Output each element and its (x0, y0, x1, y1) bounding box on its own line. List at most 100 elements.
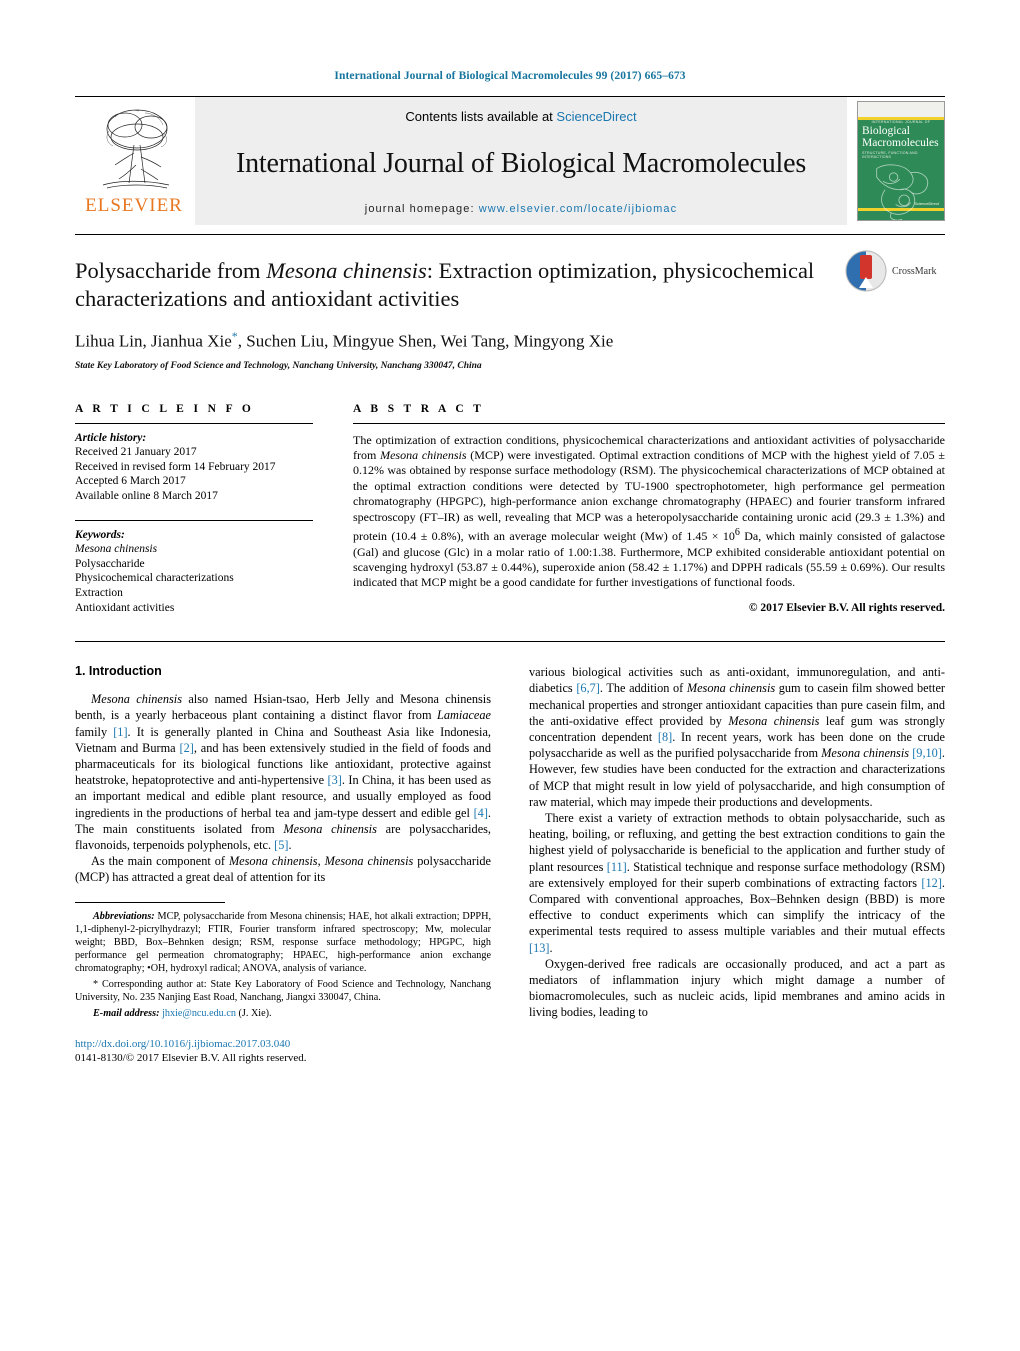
citation-ref[interactable]: [11] (607, 860, 627, 874)
intro2-seg-1: As the main component of (91, 854, 229, 869)
running-head: International Journal of Biological Macr… (334, 70, 686, 82)
abstract-column: A B S T R A C T The optimization of extr… (353, 403, 945, 616)
email-link[interactable]: jhxie@ncu.edu.cn (162, 1008, 236, 1019)
issn-copyright-line: 0141-8130/© 2017 Elsevier B.V. All right… (75, 1051, 307, 1064)
doi-link[interactable]: http://dx.doi.org/10.1016/j.ijbiomac.201… (75, 1037, 491, 1051)
article-history-group: Article history: Received 21 January 201… (75, 424, 313, 504)
intro2-species-1: Mesona chinensis (228, 854, 318, 869)
cover-title-line1: Biological (862, 125, 910, 137)
cover-sciencedirect-label: ScienceDirect (914, 201, 939, 206)
history-item: Received in revised form 14 February 201… (75, 460, 276, 473)
abbreviations-footnote: Abbreviations: MCP, polysaccharide from … (75, 910, 491, 975)
right1-seg-2: . The addition of (599, 681, 687, 696)
email-suffix: (J. Xie). (235, 1007, 272, 1019)
author-list: Lihua Lin, Jianhua Xie*, Suchen Liu, Min… (75, 329, 835, 352)
elsevier-tree-icon (102, 109, 170, 189)
intro-paragraph-1: Mesona chinensis also named Hsian-tsao, … (75, 691, 491, 853)
citation-ref[interactable]: [4] (474, 806, 488, 820)
abbreviations-label: Abbreviations: (93, 910, 155, 922)
affiliation: State Key Laboratory of Food Science and… (75, 360, 482, 371)
footnote-block: Abbreviations: MCP, polysaccharide from … (75, 910, 491, 1020)
crossmark-badge[interactable]: CrossMark (845, 249, 945, 293)
intro-seg-2: family (75, 724, 114, 739)
intro-right-paragraph-2: There exist a variety of extraction meth… (529, 810, 945, 956)
intro-family: Lamiaceae (437, 708, 491, 723)
keyword-item: Physicochemical characterizations (75, 572, 234, 585)
journal-homepage-line: journal homepage: www.elsevier.com/locat… (365, 203, 677, 215)
info-abstract-region: A R T I C L E I N F O Article history: R… (75, 403, 945, 616)
abstract-copyright: © 2017 Elsevier B.V. All rights reserved… (748, 601, 945, 614)
title-part-1: Polysaccharide from (75, 258, 267, 283)
cover-title: Biological Macromolecules (862, 125, 940, 149)
keyword-item: Mesona chinensis (75, 543, 158, 556)
history-item: Available online 8 March 2017 (75, 490, 218, 503)
footnote-separator (75, 901, 225, 903)
authors-rest: , Suchen Liu, Mingyue Shen, Wei Tang, Mi… (237, 331, 614, 351)
journal-title: International Journal of Biological Macr… (235, 147, 807, 179)
keywords-group: Keywords: Mesona chinensis Polysaccharid… (75, 521, 313, 616)
contents-prefix: Contents lists available at (405, 109, 553, 124)
citation-ref[interactable]: [6,7] (576, 681, 600, 695)
citation-ref[interactable]: [12] (921, 876, 942, 890)
intro-right-paragraph-1: various biological activities such as an… (529, 664, 945, 810)
cover-eyebrow: INTERNATIONAL JOURNAL OF (871, 120, 931, 124)
abstract-species-1: Mesona chinensis (380, 448, 467, 463)
homepage-label: journal homepage: (364, 203, 475, 215)
title-block: Polysaccharide from Mesona chinensis: Ex… (75, 235, 945, 371)
keyword-item: Antioxidant activities (75, 601, 175, 614)
page-title: Polysaccharide from Mesona chinensis: Ex… (75, 257, 835, 313)
keyword-item: Polysaccharide (75, 557, 145, 570)
body-column-right: various biological activities such as an… (529, 664, 945, 1064)
history-item: Accepted 6 March 2017 (75, 475, 186, 488)
crossmark-icon (845, 250, 887, 292)
intro2-species-2: Mesona chinensis (324, 854, 414, 869)
intro-right-paragraph-3: Oxygen-derived free radicals are occasio… (529, 956, 945, 1020)
title-species: Mesona chinensis (266, 258, 427, 283)
intro-species-1: Mesona chinensis (91, 692, 183, 707)
cover-molecule-artwork (876, 164, 929, 220)
corresponding-text: Corresponding author at: State Key Labor… (75, 978, 491, 1003)
authors-first: Lihua Lin, Jianhua Xie (75, 331, 232, 351)
sciencedirect-link[interactable]: ScienceDirect (556, 109, 636, 124)
citation-ref[interactable]: [8] (658, 730, 672, 744)
masthead-center: Contents lists available at ScienceDirec… (195, 97, 847, 225)
citation-ref[interactable]: [3] (327, 773, 341, 787)
citation-ref[interactable]: [13] (529, 941, 550, 955)
contents-available-line: Contents lists available at ScienceDirec… (405, 109, 636, 124)
keywords-label: Keywords: (75, 528, 125, 541)
right1-species-2: Mesona chinensis (728, 713, 820, 728)
homepage-url-link[interactable]: www.elsevier.com/locate/ijbiomac (479, 203, 677, 215)
citation-ref[interactable]: [1] (113, 725, 127, 739)
intro-seg-8: . (288, 838, 292, 853)
elsevier-wordmark: ELSEVIER (85, 195, 183, 216)
introduction-heading: 1. Introduction (75, 664, 162, 679)
citation-ref[interactable]: [5] (274, 838, 288, 852)
intro2-seg-2: , (317, 854, 325, 869)
cover-title-line2: Macromolecules (862, 136, 939, 149)
body-separator-rule (75, 641, 945, 643)
history-item: Received 21 January 2017 (75, 446, 197, 459)
email-label: E-mail address: (93, 1007, 160, 1019)
journal-cover-thumbnail: INTERNATIONAL JOURNAL OF Biological Macr… (857, 101, 945, 221)
citation-ref[interactable]: [9,10] (912, 746, 942, 760)
doi-footer: http://dx.doi.org/10.1016/j.ijbiomac.201… (75, 1037, 491, 1065)
journal-masthead: ELSEVIER Contents lists available at Sci… (75, 96, 945, 225)
article-page: International Journal of Biological Macr… (0, 0, 1020, 1351)
cover-top-band (858, 102, 944, 117)
body-columns: 1. Introduction Mesona chinensis also na… (75, 664, 945, 1064)
crossmark-label: CrossMark (892, 265, 937, 277)
article-info-heading: A R T I C L E I N F O (75, 402, 255, 415)
article-history-label: Article history: (75, 431, 147, 444)
keyword-item: Extraction (75, 587, 123, 599)
right2-seg-4: . (549, 940, 553, 955)
body-column-left: 1. Introduction Mesona chinensis also na… (75, 664, 491, 1064)
elsevier-logo: ELSEVIER (75, 97, 193, 225)
article-info-column: A R T I C L E I N F O Article history: R… (75, 403, 313, 616)
abstract-heading: A B S T R A C T (353, 402, 485, 415)
email-footnote: E-mail address: jhxie@ncu.edu.cn (J. Xie… (75, 1007, 491, 1020)
citation-ref[interactable]: [2] (179, 741, 193, 755)
right1-species-3: Mesona chinensis (821, 746, 910, 761)
intro-species-2: Mesona chinensis (283, 821, 377, 836)
intro-paragraph-2: As the main component of Mesona chinensi… (75, 853, 491, 885)
